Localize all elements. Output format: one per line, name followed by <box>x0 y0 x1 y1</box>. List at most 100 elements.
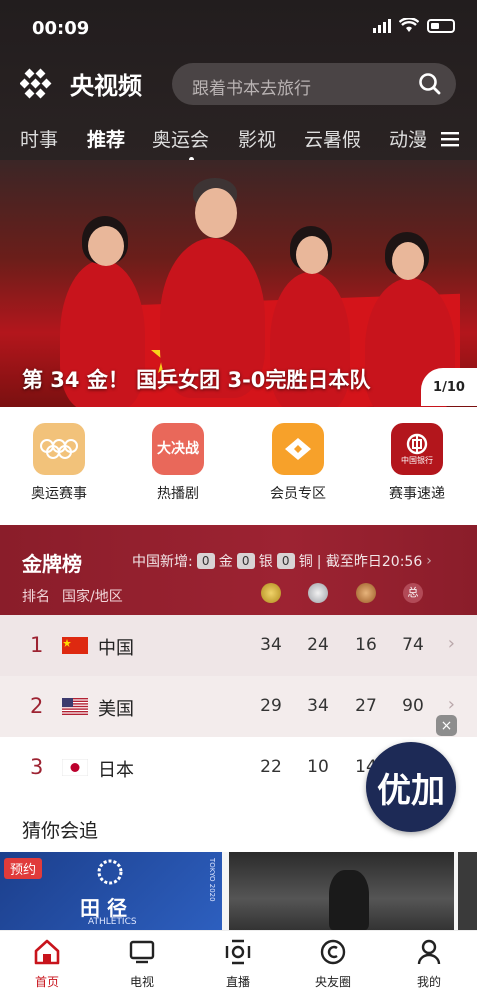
quick-label: 赛事速递 <box>389 486 445 502</box>
gold-count: 22 <box>260 757 282 777</box>
country-name: 日本 <box>98 760 134 781</box>
rank: 2 <box>30 694 44 718</box>
reserve-badge[interactable]: 预约 <box>4 858 43 879</box>
header-rank: 排名 <box>22 589 50 605</box>
tab-summer[interactable]: 云暑假 <box>304 125 361 152</box>
silver-count: 24 <box>307 635 329 655</box>
olympic-rings-icon <box>33 423 85 475</box>
hot-drama-icon: 大决战 <box>152 423 204 475</box>
search-placeholder: 跟着书本去旅行 <box>192 79 311 99</box>
status-icons <box>373 18 455 33</box>
guess-title: 猜你会追 <box>22 820 99 842</box>
tab-anime[interactable]: 动漫 <box>389 125 427 152</box>
app-name: 央视频 <box>70 72 142 100</box>
bank-of-china-icon: 中国银行 <box>391 423 443 475</box>
nav-community[interactable]: 央友圈 <box>293 937 373 990</box>
silver-medal-icon <box>308 583 328 603</box>
banner-caption: 第 34 金！ 国乒女团 3-0完胜日本队 <box>22 368 371 392</box>
wifi-icon <box>399 18 419 32</box>
quick-label: 会员专区 <box>270 486 326 502</box>
nav-profile[interactable]: 我的 <box>389 937 469 990</box>
battery-icon <box>427 18 455 33</box>
tokyo-emblem-icon <box>97 859 123 885</box>
nav-label: 电视 <box>129 975 154 989</box>
close-icon[interactable]: × <box>436 715 457 736</box>
bank-icon-text: 中国银行 <box>401 455 433 465</box>
player-face <box>392 242 424 280</box>
nav-label: 首页 <box>34 975 59 989</box>
home-icon <box>34 939 60 965</box>
profile-icon <box>417 939 441 965</box>
medal-row[interactable]: 2 美国 29 34 27 90 › <box>0 676 477 737</box>
bronze-count: 27 <box>355 696 377 716</box>
medal-table-title: 金牌榜 <box>22 552 82 576</box>
silver-count: 10 <box>307 757 329 777</box>
drama-icon-text: 大决战 <box>157 440 199 457</box>
header-country: 国家/地区 <box>62 589 123 605</box>
cctv-logo-icon <box>20 68 52 98</box>
player-face <box>88 226 124 266</box>
country-name: 中国 <box>98 638 134 659</box>
gold-count: 29 <box>260 696 282 716</box>
menu-icon[interactable] <box>441 131 459 147</box>
thumb-figure <box>329 870 369 930</box>
thumb-athletics[interactable]: 预约 田 径 ATHLETICS TOKYO 2020 <box>0 852 222 930</box>
bronze-label: 铜 <box>298 554 313 570</box>
tab-news[interactable]: 时事 <box>20 125 58 152</box>
channel-tabs: 时事 推荐 奥运会 影视 云暑假 动漫 <box>0 125 477 159</box>
hero-banner[interactable]: 第 34 金！ 国乒女团 3-0完胜日本队 1/10 <box>0 160 477 407</box>
tab-recommend[interactable]: 推荐 <box>87 125 125 152</box>
thumb-tag: TOKYO 2020 <box>208 858 216 902</box>
coach-face <box>195 188 237 238</box>
live-icon <box>225 939 251 965</box>
total-count: 90 <box>402 696 424 716</box>
bronze-new-count: 0 <box>276 553 295 569</box>
nav-label: 直播 <box>225 975 250 989</box>
player-face <box>296 236 328 274</box>
banner-page-indicator: 1/10 <box>421 368 477 406</box>
new-prefix: 中国新增: <box>132 554 193 570</box>
total-badge: 总 <box>403 583 423 603</box>
rank: 1 <box>30 633 44 657</box>
quick-label: 奥运赛事 <box>31 486 87 502</box>
thumb-archive-video[interactable] <box>229 852 454 930</box>
search-icon[interactable] <box>418 72 442 96</box>
vip-icon <box>272 423 324 475</box>
chevron-right-icon: › <box>447 694 455 715</box>
nav-live[interactable]: 直播 <box>198 937 278 990</box>
tab-film[interactable]: 影视 <box>238 125 276 152</box>
thumb-next[interactable] <box>458 852 477 930</box>
status-time: 00:09 <box>32 18 90 39</box>
youjia-float-button[interactable]: 优加 <box>366 742 456 832</box>
nav-home[interactable]: 首页 <box>7 937 87 990</box>
bottom-nav: 首页 电视 直播 央友圈 我的 <box>0 930 477 1001</box>
tab-olympics[interactable]: 奥运会 <box>152 125 209 152</box>
nav-tv[interactable]: 电视 <box>102 937 182 990</box>
chevron-right-icon: › <box>447 633 455 654</box>
quick-olympic-events[interactable]: 奥运赛事 <box>14 423 104 503</box>
gold-label: 金 <box>218 554 233 570</box>
silver-count: 34 <box>307 696 329 716</box>
quick-links: 奥运赛事 大决战 热播剧 会员专区 中国银行 赛事速递 <box>0 407 477 525</box>
japan-flag-icon <box>62 759 88 776</box>
medal-new-info[interactable]: 中国新增: 0 金 0 银 0 铜 | 截至昨日20:56 › <box>132 551 432 571</box>
community-icon <box>320 939 346 965</box>
usa-flag-icon <box>62 698 88 715</box>
quick-label: 热播剧 <box>157 486 199 502</box>
medal-row[interactable]: 1 中国 34 24 16 74 › <box>0 615 477 676</box>
gold-new-count: 0 <box>196 553 215 569</box>
silver-label: 银 <box>258 554 273 570</box>
gold-medal-icon <box>261 583 281 603</box>
gold-count: 34 <box>260 635 282 655</box>
nav-label: 央友圈 <box>314 975 351 989</box>
quick-event-express[interactable]: 中国银行 赛事速递 <box>372 423 462 503</box>
nav-label: 我的 <box>416 975 441 989</box>
china-flag-icon <box>62 637 88 654</box>
thumb-subtitle: ATHLETICS <box>88 917 137 927</box>
cutoff-time: | 截至昨日20:56 <box>316 554 423 570</box>
tv-icon <box>129 940 155 964</box>
quick-vip-zone[interactable]: 会员专区 <box>253 423 343 503</box>
app-logo[interactable]: 央视频 <box>20 66 142 101</box>
quick-hot-drama[interactable]: 大决战 热播剧 <box>133 423 223 503</box>
search-bar[interactable]: 跟着书本去旅行 <box>172 63 456 105</box>
